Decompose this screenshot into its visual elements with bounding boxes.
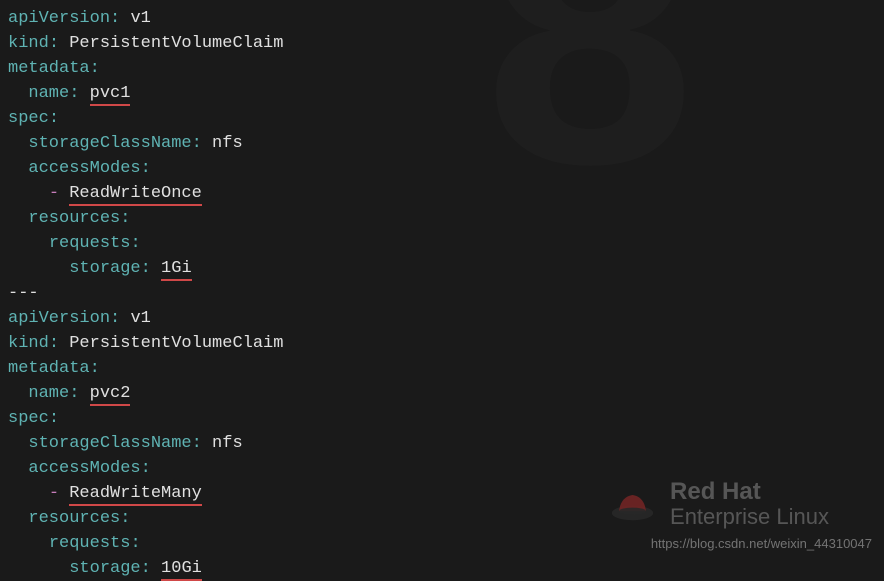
enterprise-linux-text: Enterprise Linux <box>670 504 829 529</box>
yaml-key: kind <box>8 34 49 53</box>
yaml-key: storage <box>69 259 140 278</box>
yaml-key: resources <box>28 509 120 528</box>
yaml-key: spec <box>8 409 49 428</box>
yaml-key: spec <box>8 109 49 128</box>
yaml-key: storageClassName <box>28 434 191 453</box>
yaml-key: storageClassName <box>28 134 191 153</box>
yaml-key: name <box>28 384 69 403</box>
yaml-key: requests <box>49 234 131 253</box>
yaml-value: nfs <box>212 134 243 153</box>
yaml-key: apiVersion <box>8 9 110 28</box>
redhat-text: Red Hat <box>670 479 829 504</box>
yaml-key: accessModes <box>28 459 140 478</box>
yaml-key: storage <box>69 559 140 578</box>
yaml-value-pvc1-accessmode: ReadWriteOnce <box>69 184 202 206</box>
yaml-value-pvc1-storage: 1Gi <box>161 259 192 281</box>
yaml-value-pvc1-name: pvc1 <box>90 84 131 106</box>
yaml-value: PersistentVolumeClaim <box>69 34 283 53</box>
yaml-key: requests <box>49 534 131 553</box>
yaml-value-pvc2-accessmode: ReadWriteMany <box>69 484 202 506</box>
yaml-key: metadata <box>8 359 90 378</box>
yaml-value: v1 <box>130 9 150 28</box>
yaml-value-pvc2-name: pvc2 <box>90 384 131 406</box>
yaml-key: accessModes <box>28 159 140 178</box>
yaml-value: nfs <box>212 434 243 453</box>
yaml-value-pvc2-storage: 10Gi <box>161 559 202 581</box>
yaml-value: v1 <box>130 309 150 328</box>
yaml-key: name <box>28 84 69 103</box>
yaml-key: kind <box>8 334 49 353</box>
yaml-value: PersistentVolumeClaim <box>69 334 283 353</box>
yaml-separator: --- <box>8 284 39 303</box>
yaml-key: resources <box>28 209 120 228</box>
yaml-key: metadata <box>8 59 90 78</box>
redhat-watermark: Red Hat Enterprise Linux <box>610 479 829 529</box>
csdn-watermark-url: https://blog.csdn.net/weixin_44310047 <box>651 531 872 556</box>
yaml-key: apiVersion <box>8 309 110 328</box>
redhat-hat-icon <box>610 485 655 523</box>
